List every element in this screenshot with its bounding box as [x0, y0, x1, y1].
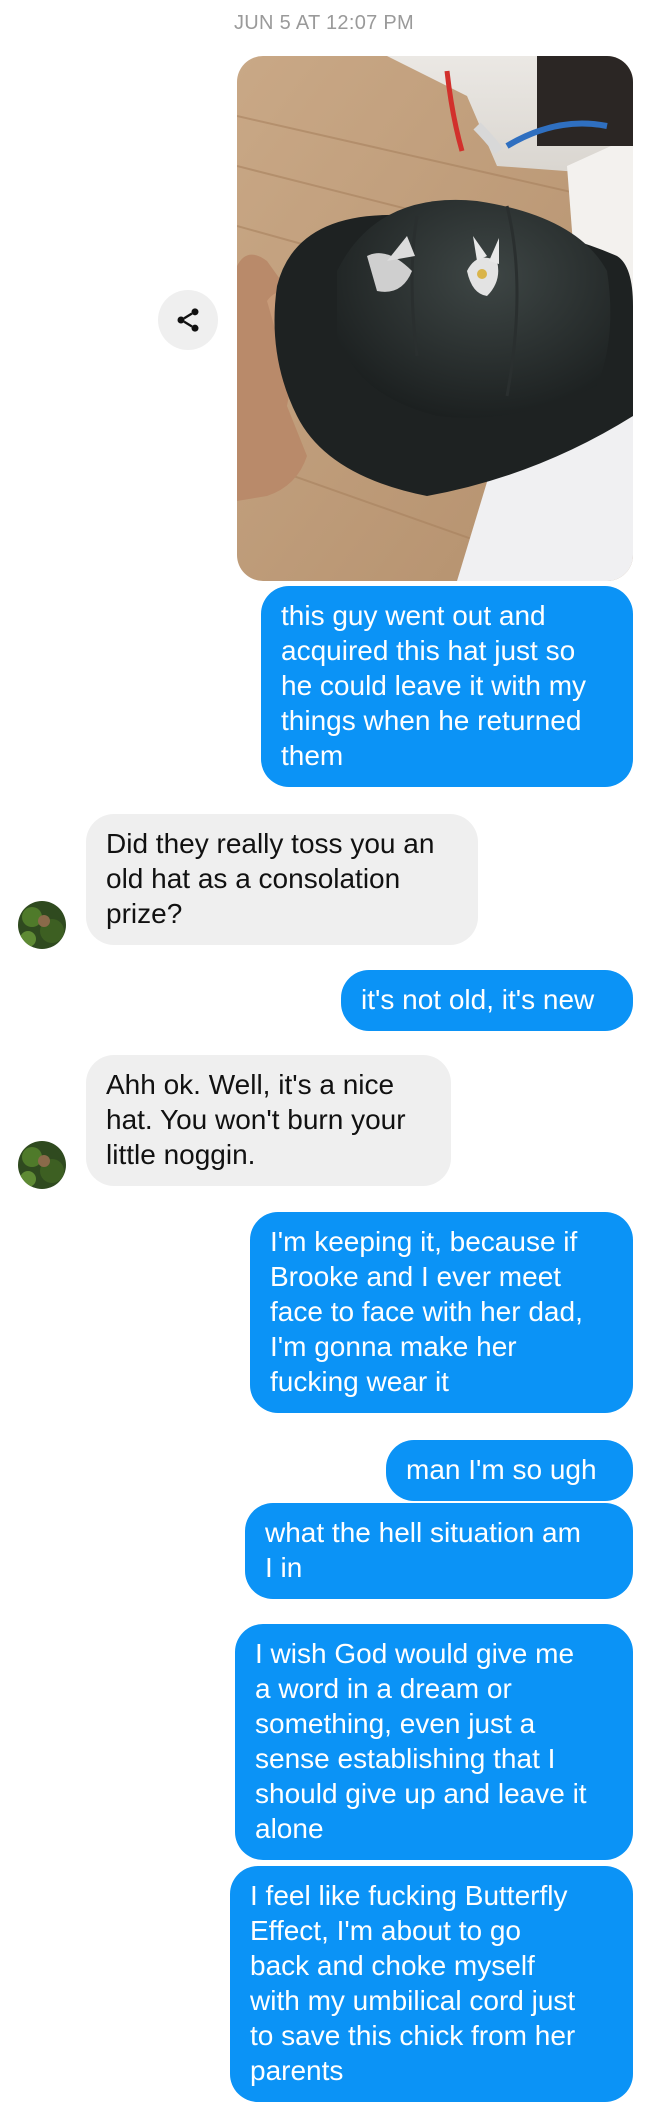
- message-line: Effect, I'm about to go: [250, 1915, 521, 1946]
- share-button[interactable]: [158, 290, 218, 350]
- message-line: sense establishing that I: [255, 1743, 556, 1774]
- message-line: face to face with her dad,: [270, 1296, 583, 1327]
- message-line: Brooke and I ever meet: [270, 1261, 562, 1292]
- message-line: this guy went out and: [281, 600, 546, 631]
- message-bubble-outgoing[interactable]: man I'm so ugh: [386, 1440, 633, 1501]
- message-line: hat. You won't burn your: [106, 1104, 406, 1135]
- avatar-image: [18, 1141, 66, 1189]
- message-line: it's not old, it's new: [361, 984, 595, 1015]
- message-line: prize?: [106, 898, 183, 929]
- message-line: little noggin.: [106, 1139, 256, 1170]
- message-line: I feel like fucking Butterfly: [250, 1880, 568, 1911]
- message-line: Ahh ok. Well, it's a nice: [106, 1069, 395, 1100]
- share-icon: [177, 308, 199, 332]
- message-line: should give up and leave it: [255, 1778, 587, 1809]
- message-line: I wish God would give me: [255, 1638, 575, 1669]
- message-bubble-outgoing[interactable]: I feel like fucking Butterfly Effect, I'…: [230, 1866, 633, 2102]
- message-bubble-outgoing[interactable]: I'm keeping it, because if Brooke and I …: [250, 1212, 633, 1413]
- message-line: I'm keeping it, because if: [270, 1226, 578, 1257]
- hat-photo: [237, 56, 633, 581]
- message-bubble-outgoing[interactable]: what the hell situation am I in: [245, 1503, 633, 1599]
- message-line: back and choke myself: [250, 1950, 535, 1981]
- message-line: a word in a dream or: [255, 1673, 512, 1704]
- message-line: alone: [255, 1813, 324, 1844]
- timestamp: JUN 5 AT 12:07 PM: [234, 12, 414, 34]
- message-line: to save this chick from her: [250, 2020, 576, 2051]
- message-line: fucking wear it: [270, 1366, 449, 1397]
- message-line: what the hell situation am: [265, 1517, 581, 1548]
- message-bubble-incoming[interactable]: Did they really toss you an old hat as a…: [86, 814, 478, 945]
- photo-attachment[interactable]: [237, 56, 633, 581]
- message-line: acquired this hat just so: [281, 635, 576, 666]
- message-line: I'm gonna make her: [270, 1331, 517, 1362]
- message-bubble-outgoing[interactable]: I wish God would give me a word in a dre…: [235, 1624, 633, 1860]
- contact-avatar[interactable]: [18, 901, 66, 949]
- message-line: parents: [250, 2055, 344, 2086]
- message-line: man I'm so ugh: [406, 1454, 597, 1485]
- message-line: things when he returned: [281, 705, 582, 736]
- message-line: with my umbilical cord just: [250, 1985, 576, 2016]
- message-line: something, even just a: [255, 1708, 536, 1739]
- message-line: old hat as a consolation: [106, 863, 401, 894]
- message-line: I in: [265, 1552, 303, 1583]
- avatar-image: [18, 901, 66, 949]
- message-line: Did they really toss you an: [106, 828, 435, 859]
- contact-avatar[interactable]: [18, 1141, 66, 1189]
- message-bubble-incoming[interactable]: Ahh ok. Well, it's a nice hat. You won't…: [86, 1055, 451, 1186]
- message-bubble-outgoing[interactable]: this guy went out and acquired this hat …: [261, 586, 633, 787]
- message-line: them: [281, 740, 344, 771]
- message-bubble-outgoing[interactable]: it's not old, it's new: [341, 970, 633, 1031]
- message-line: he could leave it with my: [281, 670, 587, 701]
